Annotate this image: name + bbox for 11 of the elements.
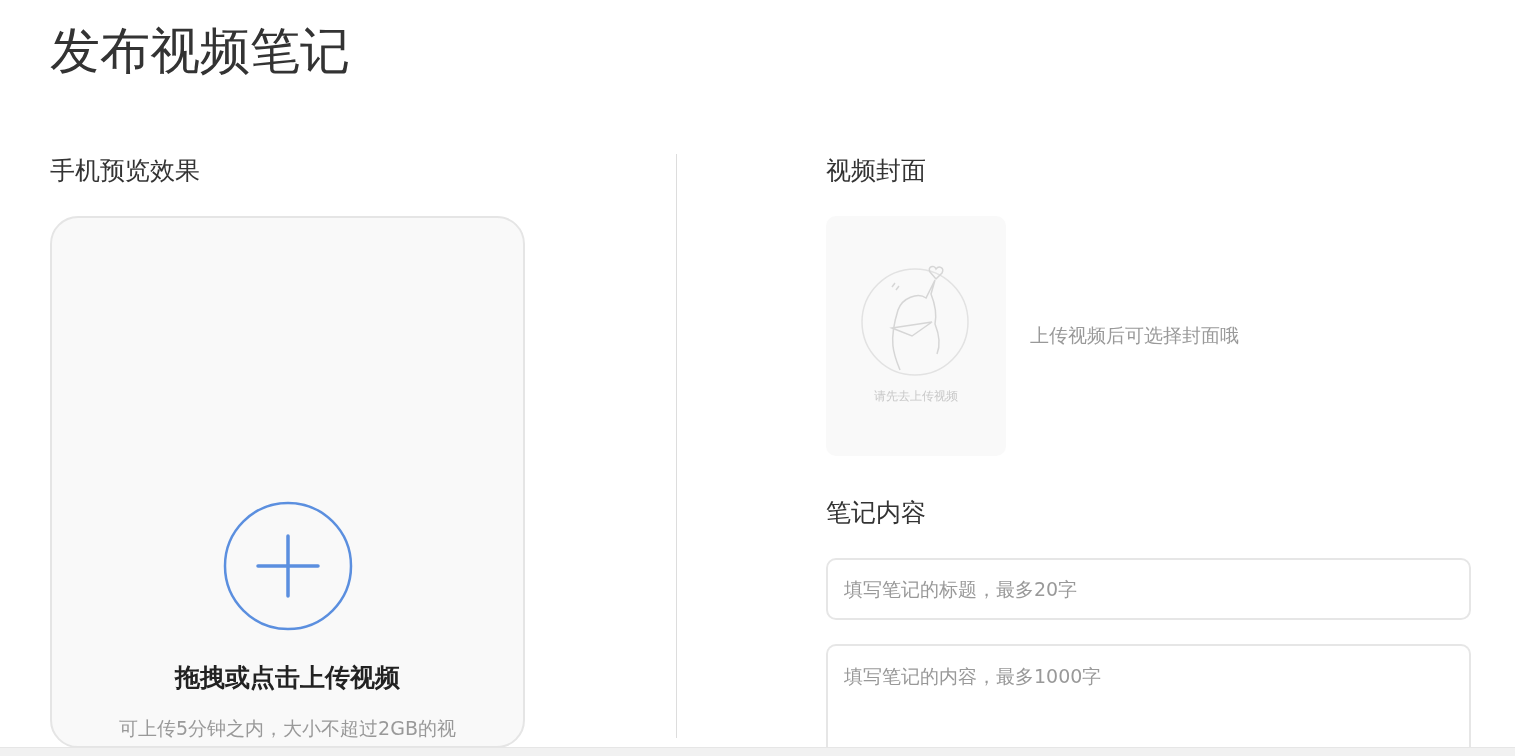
content-textarea[interactable]: 填写笔记的内容，最多1000字 bbox=[826, 644, 1471, 748]
section-heading: 视频封面 bbox=[826, 155, 926, 187]
section-heading: 笔记内容 bbox=[826, 497, 926, 529]
upload-title: 拖拽或点击上传视频 bbox=[175, 662, 400, 694]
cover-hint: 上传视频后可选择封面哦 bbox=[1030, 323, 1239, 348]
upload-area[interactable]: 拖拽或点击上传视频 可上传5分钟之内，大小不超过2GB的视 bbox=[50, 216, 525, 748]
page-title: 发布视频笔记 bbox=[50, 21, 350, 82]
upload-hint: 可上传5分钟之内，大小不超过2GB的视 bbox=[119, 716, 456, 741]
section-heading: 手机预览效果 bbox=[50, 155, 200, 187]
title-input[interactable]: 填写笔记的标题，最多20字 bbox=[826, 558, 1471, 620]
add-icon bbox=[222, 501, 353, 631]
